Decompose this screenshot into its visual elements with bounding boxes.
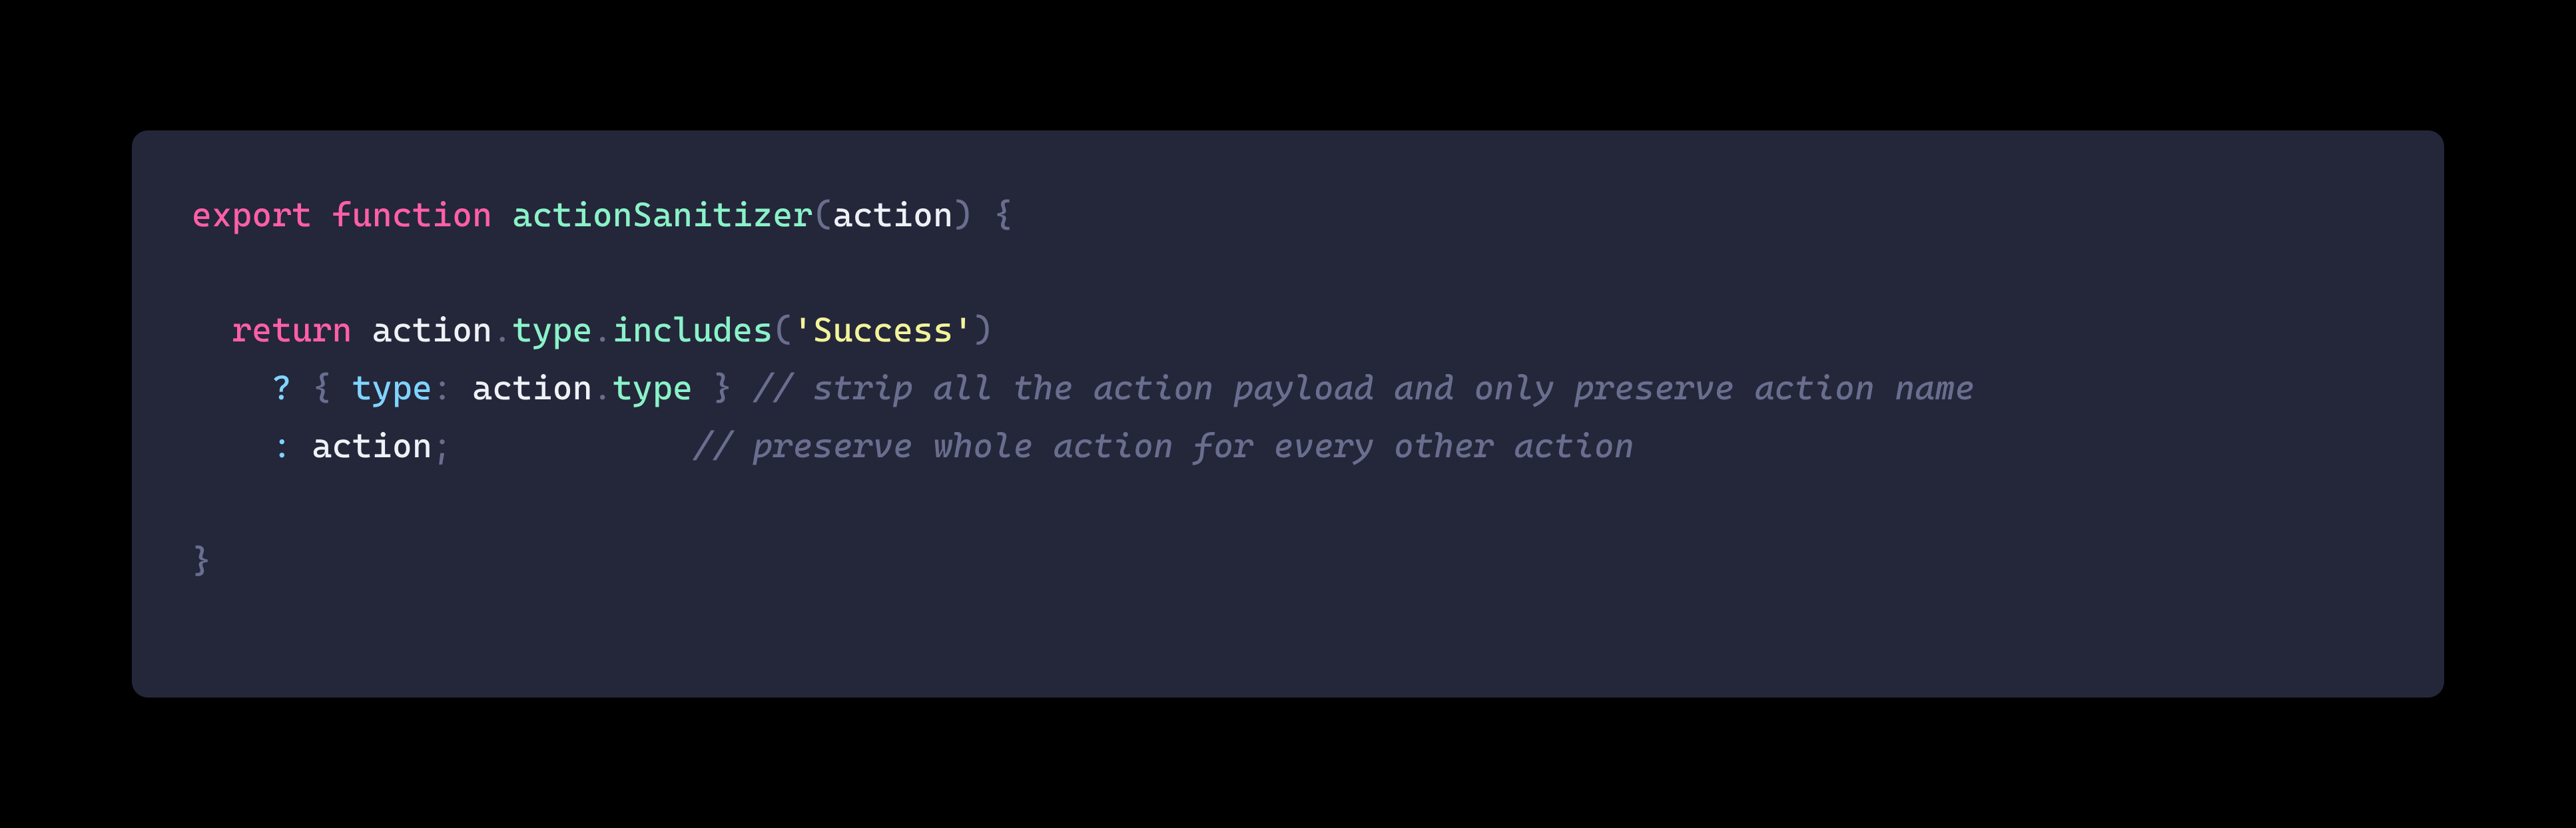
- keyword-function: function: [332, 195, 493, 234]
- comment-strip: // strip all the action payload and only…: [753, 368, 1975, 407]
- param-action: action: [833, 195, 954, 234]
- indent: [192, 426, 272, 465]
- brace-open: {: [993, 195, 1013, 234]
- paren-close: ): [953, 195, 973, 234]
- member-type: type: [512, 310, 592, 349]
- object-key-type: type: [352, 368, 432, 407]
- keyword-export: export: [192, 195, 312, 234]
- ternary-question: ?: [272, 368, 292, 407]
- code-line-1: export function actionSanitizer(action) …: [192, 195, 1013, 234]
- padding: [452, 426, 693, 465]
- dot: .: [593, 368, 613, 407]
- brace-open: {: [312, 368, 332, 407]
- member-type: type: [613, 368, 693, 407]
- code-line-5: : action; // preserve whole action for e…: [192, 426, 1634, 465]
- code-panel: export function actionSanitizer(action) …: [132, 130, 2444, 698]
- identifier-action: action: [372, 310, 493, 349]
- code-line-3: return action.type.includes('Success'): [192, 310, 993, 349]
- indent: [192, 310, 232, 349]
- code-line-7: }: [192, 541, 212, 580]
- identifier-action: action: [472, 368, 593, 407]
- code-line-4: ? { type: action.type } // strip all the…: [192, 368, 1975, 407]
- semicolon: ;: [432, 426, 452, 465]
- brace-close: }: [713, 368, 733, 407]
- identifier-action: action: [312, 426, 433, 465]
- dot: .: [492, 310, 512, 349]
- comment-preserve: // preserve whole action for every other…: [693, 426, 1634, 465]
- indent: [192, 368, 272, 407]
- code-block: export function actionSanitizer(action) …: [192, 186, 2384, 590]
- paren-open: (: [773, 310, 793, 349]
- paren-open: (: [813, 195, 833, 234]
- brace-close: }: [192, 541, 212, 580]
- paren-close: ): [973, 310, 993, 349]
- dot: .: [593, 310, 613, 349]
- method-includes: includes: [613, 310, 773, 349]
- ternary-colon: :: [272, 426, 292, 465]
- keyword-return: return: [232, 310, 352, 349]
- colon: :: [432, 368, 452, 407]
- string-success: 'Success': [793, 310, 974, 349]
- function-name: actionSanitizer: [512, 195, 812, 234]
